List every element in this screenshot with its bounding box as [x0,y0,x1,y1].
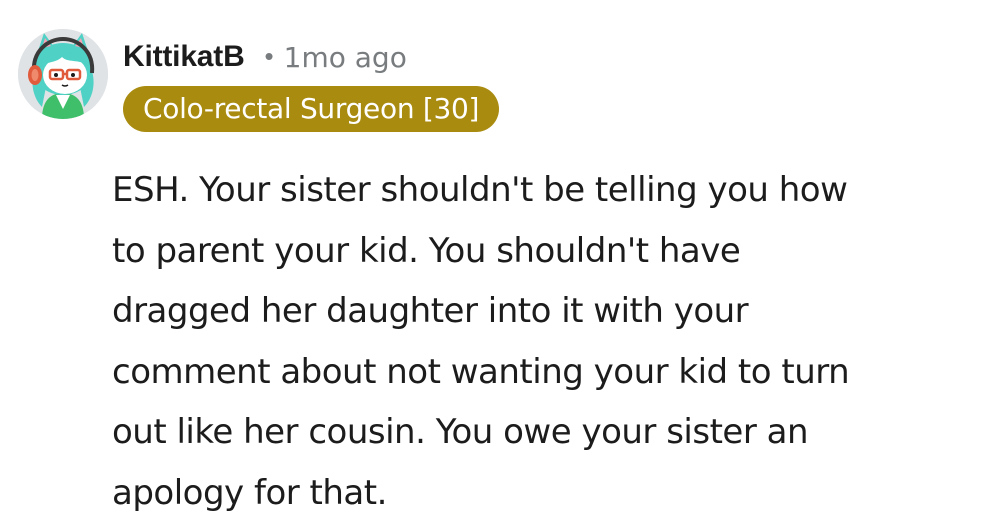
comment-body-line: to parent your kid. You shouldn't have [112,230,741,271]
timestamp-link[interactable]: 1mo ago [284,41,407,74]
comment-body-line: out like her cousin. You owe your sister… [112,412,809,452]
user-avatar[interactable] [18,29,108,119]
comment-body-line: apology for that. [112,472,387,513]
username-link[interactable]: KittikatB [123,40,245,74]
comment-body: ESH. Your sister shouldn't be telling yo… [112,160,967,523]
comment-header: KittikatB • 1mo ago [123,36,407,78]
comment: KittikatB • 1mo ago Colo-rectal Surgeon … [0,0,981,526]
separator-dot: • [264,40,274,71]
comment-body-line: comment about not wanting your kid to tu… [112,351,850,392]
user-flair: Colo-rectal Surgeon [30] [123,86,500,132]
snoo-avatar-icon [18,29,108,119]
comment-body-line: dragged her daughter into it with your [112,291,749,331]
comment-body-line: ESH. Your sister shouldn't be telling yo… [112,170,848,210]
